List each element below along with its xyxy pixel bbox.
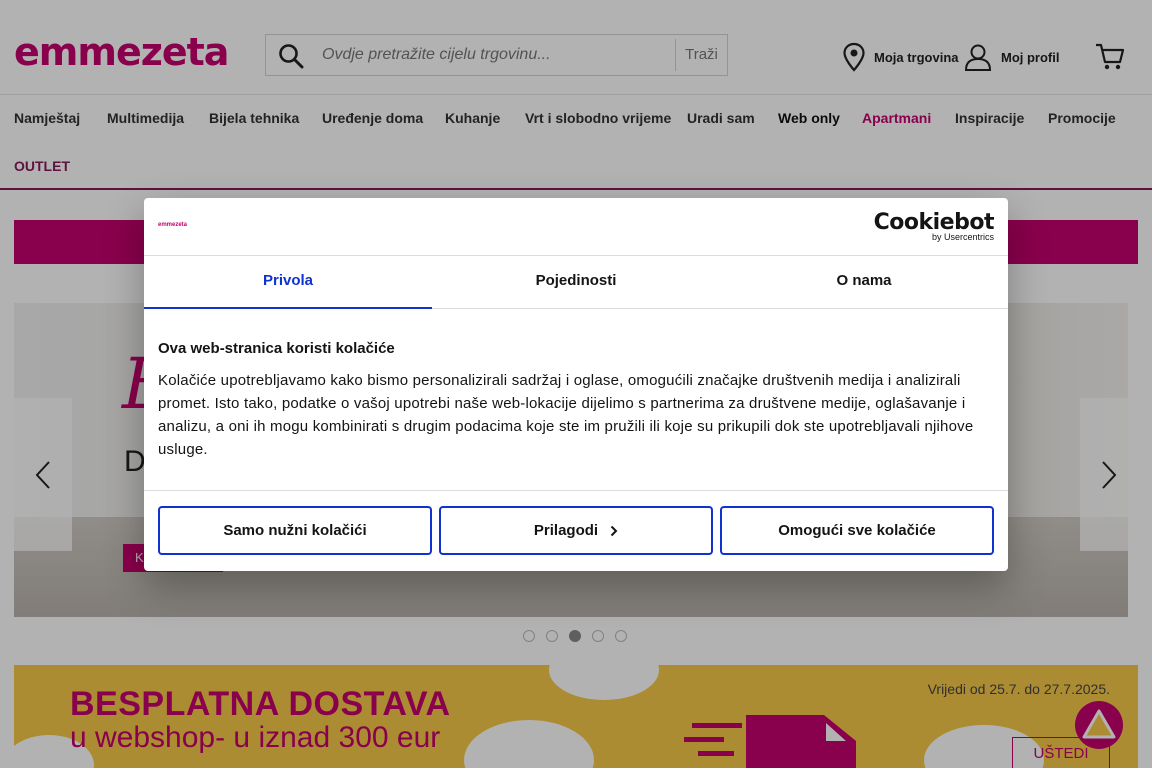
tab-o-nama[interactable]: O nama [720, 256, 1008, 308]
cookiebot-logo[interactable]: Cookiebot by Usercentrics [874, 210, 995, 242]
allow-all-cookies-button[interactable]: Omogući sve kolačiće [720, 506, 994, 555]
tab-privola[interactable]: Privola [144, 256, 432, 309]
tab-pojedinosti[interactable]: Pojedinosti [432, 256, 720, 308]
dialog-body: Ova web-stranica koristi kolačiće Kolači… [158, 340, 994, 461]
dialog-footer: Samo nužni kolačići Prilagodi Omogući sv… [144, 490, 1008, 571]
dialog-header: emmezeta Cookiebot by Usercentrics [144, 198, 1008, 256]
dialog-description: Kolačiće upotrebljavamo kako bismo perso… [158, 372, 974, 458]
dialog-title: Ova web-stranica koristi kolačiće [158, 340, 395, 357]
necessary-cookies-button[interactable]: Samo nužni kolačići [158, 506, 432, 555]
allow-all-label: Omogući sve kolačiće [778, 522, 936, 539]
necessary-cookies-label: Samo nužni kolačići [223, 522, 367, 539]
cookie-consent-dialog: emmezeta Cookiebot by Usercentrics Privo… [144, 198, 1008, 571]
chevron-right-icon [610, 525, 618, 536]
customize-button[interactable]: Prilagodi [439, 506, 713, 555]
brand-mini-logo: emmezeta [158, 222, 188, 228]
dialog-tabs: Privola Pojedinosti O nama [144, 256, 1008, 309]
customize-label: Prilagodi [533, 522, 599, 539]
